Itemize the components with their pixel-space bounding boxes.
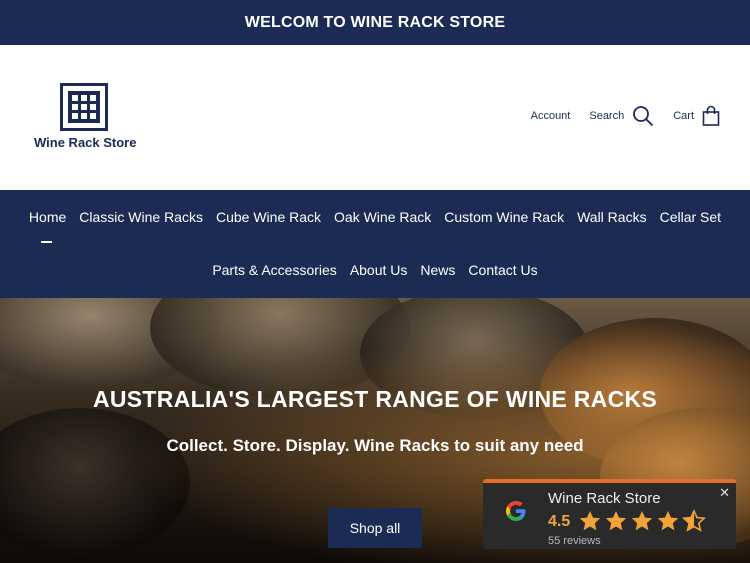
nav-item-cube-wine-rack[interactable]: Cube Wine Rack [216,209,321,225]
cart-label: Cart [673,110,694,122]
review-business-name: Wine Rack Store [548,490,661,507]
header-tools: Account Search Cart [531,105,720,127]
account-label: Account [530,110,571,122]
announcement-bar: WELCOM TO WINE RACK STORE [0,0,750,45]
nav-item-wall-racks[interactable]: Wall Racks [577,209,647,225]
review-count: 55 reviews [548,535,601,547]
announcement-text: WELCOM TO WINE RACK STORE [244,13,506,31]
close-icon[interactable]: ✕ [719,485,730,501]
shopping-bag-icon [702,105,720,126]
search-label: Search [589,110,625,122]
nav-item-cellar-set[interactable]: Cellar Set [660,209,721,225]
star-icon [579,511,601,531]
cart-button[interactable]: Cart [673,105,720,127]
nav-item-parts-accessories[interactable]: Parts & Accessories [212,262,337,278]
nav-item-home[interactable]: Home [29,209,66,243]
logo-text: Wine Rack Store [34,135,137,150]
star-icon [605,511,627,531]
review-score: 4.5 [548,513,571,530]
nav-item-contact-us[interactable]: Contact Us [468,262,537,278]
star-icon [657,511,679,531]
site-header: Wine Rack Store Account Search Cart [0,45,750,190]
star-icon [631,511,653,531]
main-navigation: Home Classic Wine Racks Cube Wine Rack O… [0,190,750,298]
nav-item-about-us[interactable]: About Us [350,262,408,278]
rating-stars [578,509,708,533]
google-logo-icon [506,501,526,521]
wine-rack-logo-icon [60,83,108,131]
google-review-widget[interactable]: Wine Rack Store 4.5 55 reviews ✕ [483,479,736,549]
nav-item-classic-wine-racks[interactable]: Classic Wine Racks [79,209,203,225]
nav-item-news[interactable]: News [420,262,455,278]
hero-subtitle: Collect. Store. Display. Wine Racks to s… [166,436,584,455]
search-icon [633,106,654,126]
nav-row-2: Parts & Accessories About Us News Contac… [0,262,750,278]
search-button[interactable]: Search [589,105,654,127]
nav-item-oak-wine-rack[interactable]: Oak Wine Rack [334,209,431,225]
shop-all-button[interactable]: Shop all [328,508,422,548]
nav-row-1: Home Classic Wine Racks Cube Wine Rack O… [0,209,750,243]
store-logo[interactable]: Wine Rack Store [34,83,137,150]
nav-item-custom-wine-rack[interactable]: Custom Wine Rack [444,209,564,225]
hero-title: AUSTRALIA'S LARGEST RANGE OF WINE RACKS [92,386,658,412]
account-link[interactable]: Account [531,110,571,122]
half-star-icon [682,509,706,532]
